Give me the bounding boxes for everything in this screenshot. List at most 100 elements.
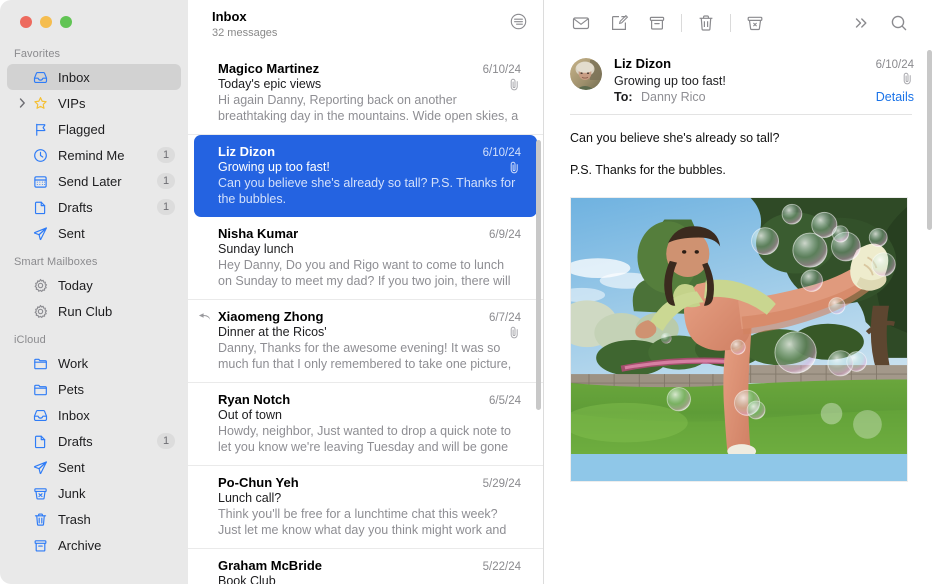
message-subject: Lunch call? <box>218 491 281 505</box>
message-date: 6/5/24 <box>481 395 521 407</box>
sidebar-item-archive[interactable]: Archive <box>7 532 181 558</box>
message-body: Can you believe she's already so tall?P.… <box>544 115 934 181</box>
unread-badge: 1 <box>157 173 175 189</box>
message-preview: Can you believe she's already so tall? P… <box>218 175 521 207</box>
message-date: 6/9/24 <box>481 229 521 241</box>
sidebar-item-sent[interactable]: Sent <box>7 454 181 480</box>
message-list-item[interactable]: Xiaomeng Zhong6/7/24Dinner at the Ricos'… <box>188 300 543 383</box>
reader-toolbar <box>544 0 934 46</box>
attachment-image[interactable] <box>570 197 908 482</box>
sidebar-item-label: Remind Me <box>58 148 157 163</box>
sidebar-item-work[interactable]: Work <box>7 350 181 376</box>
mailbox-title: Inbox <box>212 8 277 25</box>
sidebar-item-send-later[interactable]: Send Later1 <box>7 168 181 194</box>
message-subject: Out of town <box>218 408 282 422</box>
compose-button[interactable] <box>600 8 638 38</box>
message-list-header: Inbox 32 messages <box>188 0 543 52</box>
message-count: 32 messages <box>212 26 277 41</box>
message-preview: Hi again Danny, Reporting back on anothe… <box>218 92 521 124</box>
zoom-button[interactable] <box>60 16 72 28</box>
message-list-item[interactable]: Nisha Kumar6/9/24Sunday lunchHey Danny, … <box>188 217 543 300</box>
sidebar-item-sent[interactable]: Sent <box>7 220 181 246</box>
sidebar-item-junk[interactable]: Junk <box>7 480 181 506</box>
message-list[interactable]: Magico Martinez6/10/24Today's epic views… <box>188 52 543 584</box>
archive-button[interactable] <box>638 8 676 38</box>
sidebar-item-label: Drafts <box>58 200 157 215</box>
message-list-item[interactable]: Po-Chun Yeh 5/29/24 Lunch call?Think you'l… <box>188 466 543 549</box>
toolbar-divider <box>730 14 731 32</box>
clock-icon <box>31 148 50 163</box>
avatar <box>570 58 602 90</box>
minimize-button[interactable] <box>40 16 52 28</box>
message-sender: Graham McBride <box>218 558 322 573</box>
chevron-double-right-icon[interactable] <box>842 8 880 38</box>
sidebar-item-label: Run Club <box>58 304 175 319</box>
message-preview: Howdy, neighbor, Just wanted to drop a q… <box>218 423 521 455</box>
archive-icon <box>31 538 50 553</box>
details-link[interactable]: Details <box>876 90 914 104</box>
unread-badge: 1 <box>157 147 175 163</box>
message-date: 6/7/24 <box>481 312 521 324</box>
sidebar-item-label: Send Later <box>58 174 157 189</box>
folder-icon <box>31 382 50 397</box>
flag-icon <box>31 122 50 137</box>
sidebar-item-label: Trash <box>58 512 175 527</box>
sidebar-item-label: Sent <box>58 460 175 475</box>
sidebar-item-today[interactable]: Today <box>7 272 181 298</box>
disclosure-chevron-icon[interactable] <box>15 98 29 108</box>
inbox-icon <box>31 70 50 85</box>
message-list-item[interactable]: Graham McBride5/22/24Book ClubAre you fr… <box>188 549 543 584</box>
sidebar-item-label: Work <box>58 356 175 371</box>
sidebar-item-label: Junk <box>58 486 175 501</box>
message-subject: Growing up too fast! <box>218 160 330 174</box>
sidebar-section-header: Favorites <box>0 38 188 64</box>
sender-name: Liz Dizon <box>614 56 671 71</box>
message-date: 6/10/24 <box>475 147 521 159</box>
reader-pane: Liz Dizon 6/10/24 Growing up too fast! T… <box>544 0 934 584</box>
junk-button[interactable] <box>736 8 774 38</box>
message-preview: Think you'll be free for a lunchtime cha… <box>218 506 521 538</box>
message-list-item[interactable]: Liz Dizon 6/10/24 Growing up too fast!Can … <box>194 135 537 217</box>
sidebar-item-label: Sent <box>58 226 175 241</box>
delete-button[interactable] <box>687 8 725 38</box>
sidebar-item-pets[interactable]: Pets <box>7 376 181 402</box>
reader-scrollbar[interactable] <box>927 50 932 230</box>
to-label: To: <box>614 90 633 104</box>
message-sender: Liz Dizon <box>218 144 275 159</box>
sidebar-item-label: Inbox <box>58 70 175 85</box>
close-button[interactable] <box>20 16 32 28</box>
message-list-item[interactable]: Magico Martinez6/10/24Today's epic views… <box>188 52 543 135</box>
sidebar-section-header: iCloud <box>0 324 188 350</box>
message-sender: Po-Chun Yeh <box>218 475 299 490</box>
document-icon <box>31 200 50 215</box>
sidebar-item-drafts[interactable]: Drafts1 <box>7 428 181 454</box>
message-subject: Growing up too fast! <box>614 74 726 88</box>
unread-badge: 1 <box>157 433 175 449</box>
message-sender: Ryan Notch <box>218 392 290 407</box>
message-subject: Sunday lunch <box>218 242 294 256</box>
sidebar-item-vips[interactable]: VIPs <box>7 90 181 116</box>
inbox-icon <box>31 408 50 423</box>
sidebar-item-trash[interactable]: Trash <box>7 506 181 532</box>
sidebar-item-drafts[interactable]: Drafts1 <box>7 194 181 220</box>
filter-icon[interactable] <box>507 10 529 32</box>
mark-unread-button[interactable] <box>562 8 600 38</box>
sidebar-item-inbox[interactable]: Inbox <box>7 64 181 90</box>
trash-icon <box>31 512 50 527</box>
message-subject: Dinner at the Ricos' <box>218 325 327 339</box>
sidebar-item-flagged[interactable]: Flagged <box>7 116 181 142</box>
message-date: 5/29/24 <box>475 478 521 490</box>
message-date: 5/22/24 <box>475 561 521 573</box>
sidebar-item-label: Flagged <box>58 122 175 137</box>
paper-plane-icon <box>31 460 50 475</box>
sidebar-item-inbox[interactable]: Inbox <box>7 402 181 428</box>
folder-icon <box>31 356 50 371</box>
sidebar-item-label: Pets <box>58 382 175 397</box>
message-sender: Nisha Kumar <box>218 226 298 241</box>
search-icon[interactable] <box>880 8 918 38</box>
message-list-scrollbar[interactable] <box>536 140 541 410</box>
message-list-item[interactable]: Ryan Notch 6/5/24 Out of townHowdy, neighb… <box>188 383 543 466</box>
sidebar-item-run-club[interactable]: Run Club <box>7 298 181 324</box>
calendar-icon <box>31 174 50 189</box>
sidebar-item-remind-me[interactable]: Remind Me1 <box>7 142 181 168</box>
